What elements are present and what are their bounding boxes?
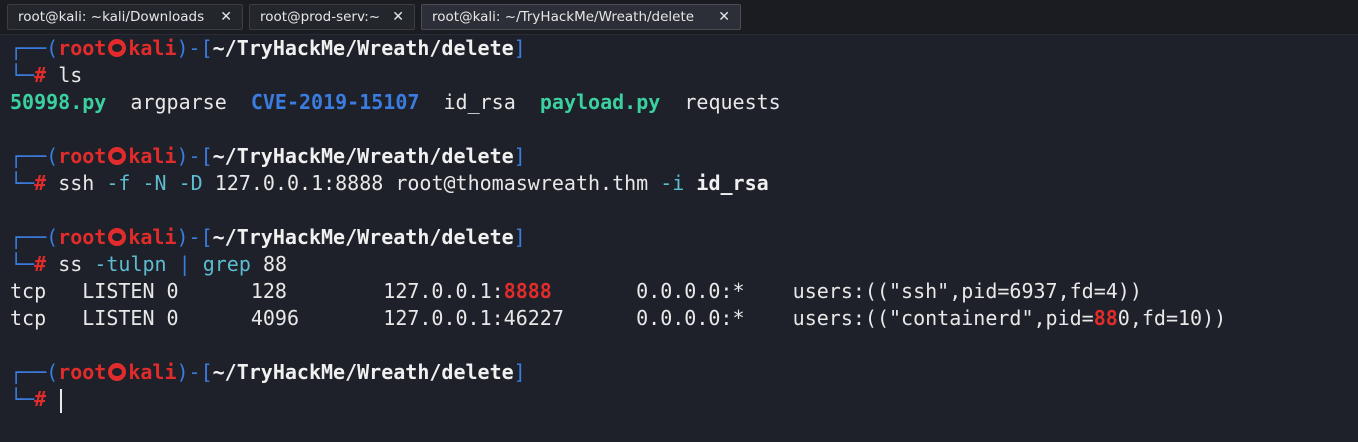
file-requests: requests: [684, 90, 781, 114]
tab-prod-serv[interactable]: root@prod-serv:~ ✕: [249, 4, 415, 30]
row-text: 0.0.0.0:* users:(("ssh",pid=6937,fd=4)): [551, 279, 1142, 303]
kali-skull-icon: [108, 39, 127, 57]
close-icon[interactable]: ✕: [718, 5, 730, 30]
command-flags: -f -N -D: [106, 171, 203, 195]
terminal-output[interactable]: ┌──(root kali)-[~/TryHackMe/Wreath/delete…: [0, 35, 1358, 442]
prompt-host: kali: [128, 225, 177, 249]
tab-label: root@prod-serv:~: [260, 9, 381, 25]
prompt-path: ~/TryHackMe/Wreath/delete: [212, 360, 514, 384]
prompt-user: root: [58, 36, 107, 60]
command-line: └─# ssh -f -N -D 127.0.0.1:8888 root@tho…: [10, 170, 769, 197]
prompt-frame: ]: [513, 144, 526, 168]
prompt-host: kali: [128, 144, 177, 168]
prompt-corner: └─: [10, 252, 35, 276]
pipe-symbol: |: [178, 252, 191, 276]
command-args: 88: [262, 252, 288, 276]
prompt-corner: └─: [10, 63, 35, 87]
prompt-frame: ┌──(: [10, 360, 59, 384]
command-text: ssh: [58, 171, 95, 195]
prompt-hash: #: [34, 252, 47, 276]
tab-wreath-delete[interactable]: root@kali: ~/TryHackMe/Wreath/delete ✕: [421, 4, 741, 30]
prompt-corner: └─: [10, 387, 35, 411]
prompt-user: root: [58, 360, 107, 384]
ss-output-row: tcp LISTEN 0 4096 127.0.0.1:46227 0.0.0.…: [10, 305, 1226, 332]
file-id-rsa: id_rsa: [443, 90, 516, 114]
prompt-line: ┌──(root kali)-[~/TryHackMe/Wreath/delete…: [10, 35, 526, 62]
dir-cve: CVE-2019-15107: [250, 90, 420, 114]
prompt-corner: └─: [10, 171, 35, 195]
prompt-path: ~/TryHackMe/Wreath/delete: [212, 225, 514, 249]
file-payload: payload.py: [539, 90, 661, 114]
command-args: 127.0.0.1:8888 root@thomaswreath.thm: [214, 171, 649, 195]
prompt-user: root: [58, 144, 107, 168]
file-50998: 50998.py: [10, 90, 107, 114]
row-text: 0,fd=10)): [1117, 306, 1227, 330]
prompt-frame: ]: [513, 360, 526, 384]
grep-match: 8888: [503, 279, 552, 303]
tab-bar: root@kali: ~kali/Downloads ✕ root@prod-s…: [0, 0, 1358, 35]
prompt-line: ┌──(root kali)-[~/TryHackMe/Wreath/delete…: [10, 224, 526, 251]
prompt-line: ┌──(root kali)-[~/TryHackMe/Wreath/delete…: [10, 359, 526, 386]
prompt-frame: )-[: [176, 144, 213, 168]
command-line[interactable]: └─#: [10, 386, 63, 413]
command-line: └─# ss -tulpn | grep 88: [10, 251, 287, 278]
prompt-host: kali: [128, 36, 177, 60]
ls-output: 50998.py argparse CVE-2019-15107 id_rsa …: [10, 89, 781, 116]
kali-skull-icon: [108, 363, 127, 381]
command-text: grep: [202, 252, 251, 276]
close-icon[interactable]: ✕: [392, 5, 404, 30]
prompt-path: ~/TryHackMe/Wreath/delete: [212, 144, 514, 168]
prompt-frame: )-[: [176, 360, 213, 384]
command-line: └─# ls: [10, 62, 82, 89]
file-argparse: argparse: [130, 90, 227, 114]
command-text: ls: [58, 63, 83, 87]
prompt-path: ~/TryHackMe/Wreath/delete: [212, 36, 514, 60]
prompt-frame: ]: [513, 225, 526, 249]
prompt-frame: )-[: [176, 36, 213, 60]
tab-label: root@kali: ~kali/Downloads: [18, 9, 205, 25]
command-args: id_rsa: [696, 171, 769, 195]
command-flags: -i: [660, 171, 685, 195]
command-text: ss: [58, 252, 83, 276]
tab-kali-downloads[interactable]: root@kali: ~kali/Downloads ✕: [7, 4, 243, 30]
kali-skull-icon: [108, 228, 127, 246]
tab-label: root@kali: ~/TryHackMe/Wreath/delete: [432, 9, 695, 25]
close-icon[interactable]: ✕: [220, 5, 232, 30]
prompt-frame: )-[: [176, 225, 213, 249]
command-flags: -tulpn: [94, 252, 167, 276]
prompt-frame: ┌──(: [10, 144, 59, 168]
prompt-frame: ┌──(: [10, 36, 59, 60]
prompt-hash: #: [34, 63, 47, 87]
prompt-user: root: [58, 225, 107, 249]
prompt-hash: #: [34, 387, 47, 411]
grep-match: 88: [1093, 306, 1118, 330]
ss-output-row: tcp LISTEN 0 128 127.0.0.1:8888 0.0.0.0:…: [10, 278, 1142, 305]
text-cursor: [60, 388, 63, 413]
terminal-window: root@kali: ~kali/Downloads ✕ root@prod-s…: [0, 0, 1358, 442]
row-text: tcp LISTEN 0 128 127.0.0.1:: [10, 279, 504, 303]
prompt-hash: #: [34, 171, 47, 195]
kali-skull-icon: [108, 147, 127, 165]
prompt-host: kali: [128, 360, 177, 384]
prompt-frame: ┌──(: [10, 225, 59, 249]
prompt-frame: ]: [513, 36, 526, 60]
row-text: tcp LISTEN 0 4096 127.0.0.1:46227 0.0.0.…: [10, 306, 1094, 330]
prompt-line: ┌──(root kali)-[~/TryHackMe/Wreath/delete…: [10, 143, 526, 170]
